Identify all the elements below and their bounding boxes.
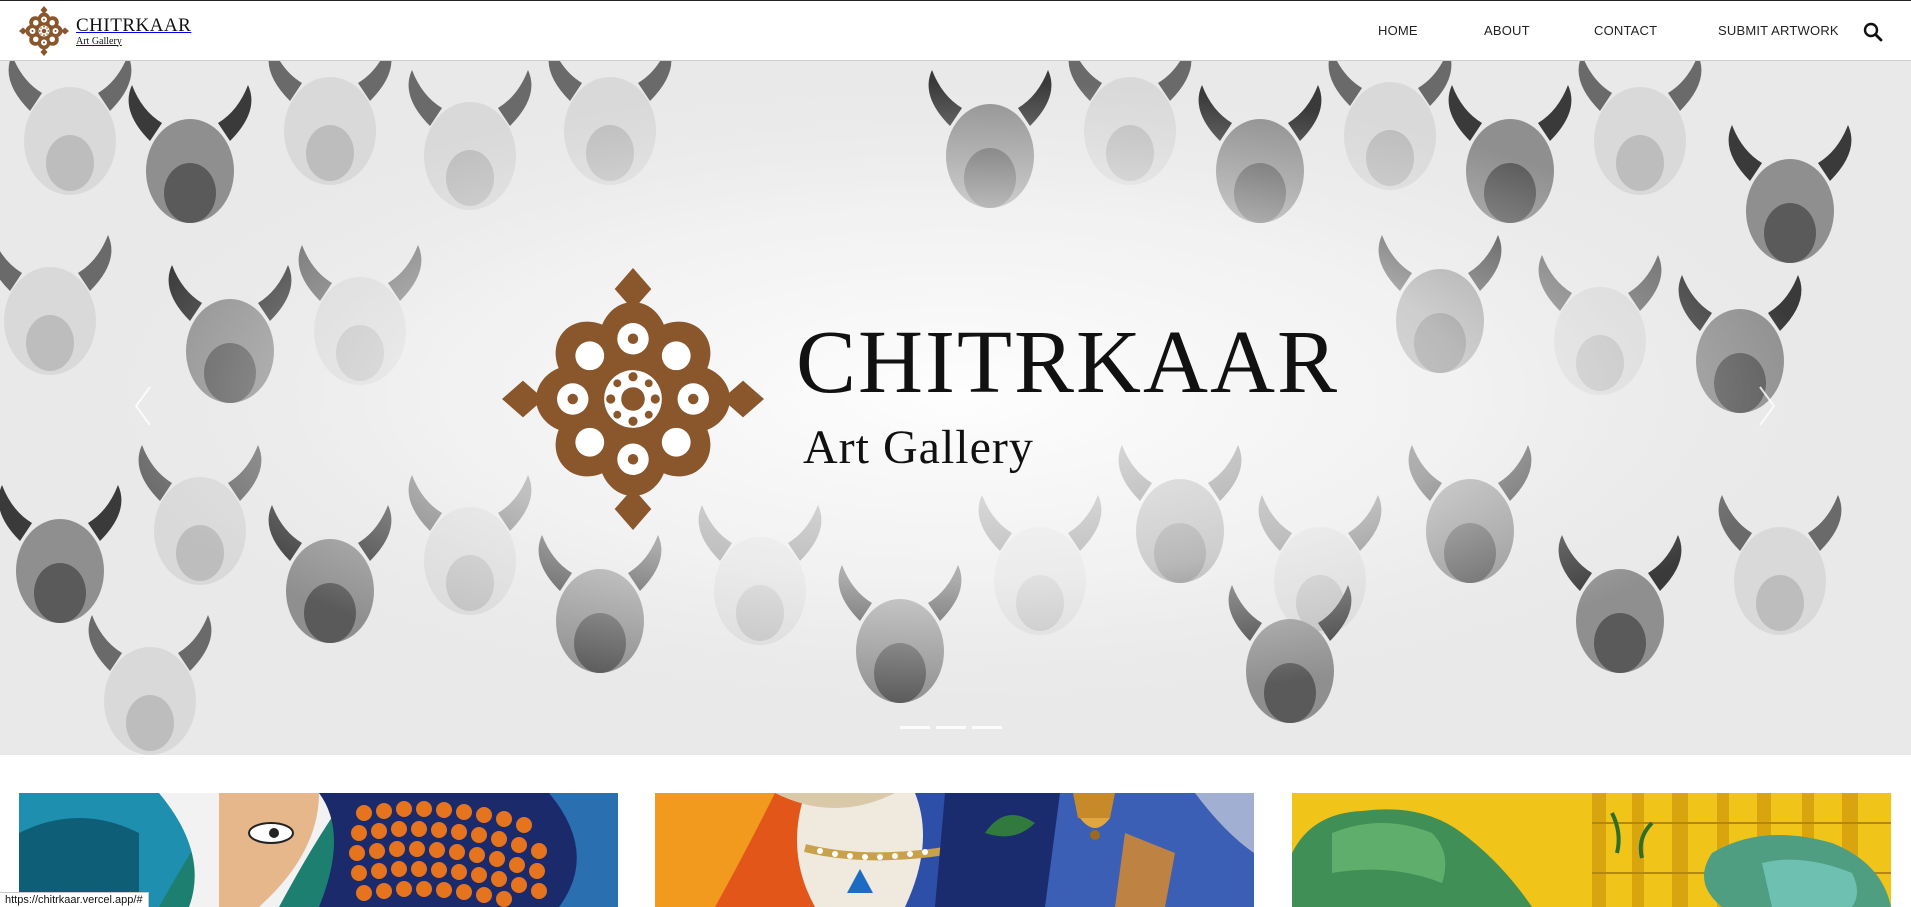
brand-name: CHITRKAAR <box>76 14 192 36</box>
artwork-image <box>655 793 1254 907</box>
search-icon[interactable] <box>1862 21 1884 43</box>
hero-subtitle: Art Gallery <box>803 421 1034 474</box>
artwork-image <box>19 793 618 907</box>
carousel-indicator[interactable] <box>936 726 966 729</box>
brand-logo-link[interactable]: CHITRKAAR Art Gallery <box>18 5 191 57</box>
chevron-left-icon[interactable] <box>128 381 158 431</box>
carousel-indicators <box>900 726 1002 729</box>
hero-mandala-logo-icon <box>502 268 764 530</box>
artwork-image <box>1292 793 1891 907</box>
nav-home-link[interactable]: HOME <box>1378 23 1418 38</box>
mandala-logo-icon <box>19 6 69 56</box>
artwork-card-1[interactable] <box>19 793 618 907</box>
brand-text: CHITRKAAR Art Gallery <box>76 16 191 47</box>
artwork-card-3[interactable] <box>1292 793 1891 907</box>
brand-subtitle: Art Gallery <box>76 35 122 47</box>
chevron-right-icon[interactable] <box>1752 381 1782 431</box>
carousel-indicator[interactable] <box>972 726 1002 729</box>
site-header: CHITRKAAR Art Gallery HOME ABOUT CONTACT… <box>0 0 1911 61</box>
hero-title: CHITRKAAR <box>796 313 1340 412</box>
artwork-card-2[interactable] <box>655 793 1254 907</box>
nav-contact-link[interactable]: CONTACT <box>1594 23 1657 38</box>
status-bar-url: https://chitrkaar.vercel.app/# <box>0 892 149 907</box>
carousel-indicator[interactable] <box>900 726 930 729</box>
nav-about-link[interactable]: ABOUT <box>1484 23 1530 38</box>
nav-submit-artwork-link[interactable]: SUBMIT ARTWORK <box>1718 23 1839 38</box>
